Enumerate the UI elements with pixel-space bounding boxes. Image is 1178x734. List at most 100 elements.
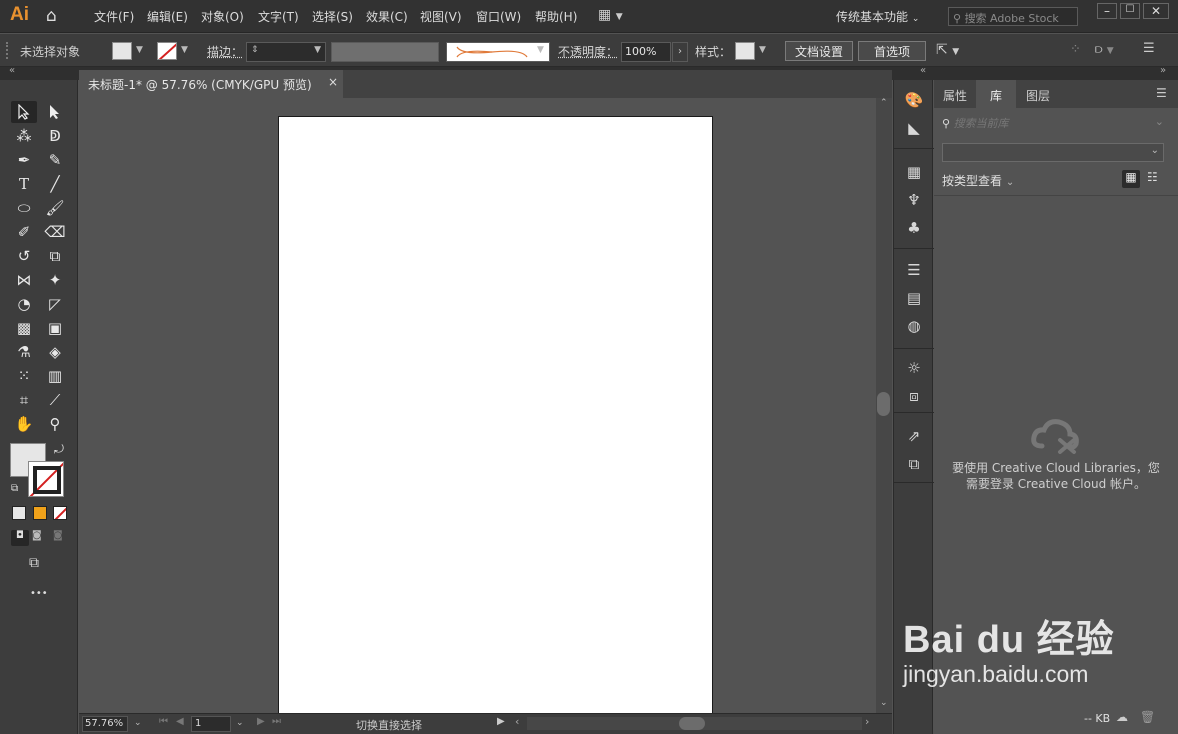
list-view-icon[interactable]: ☷ [1147,170,1158,184]
expand-right-icon[interactable]: » [1160,65,1166,76]
fill-dropdown-icon[interactable]: ▼ [136,45,143,55]
hscroll-thumb[interactable] [679,717,705,730]
color-guide-icon[interactable]: ◣ [894,114,934,142]
hscroll-left-icon[interactable]: ‹ [515,715,519,728]
screen-mode-icon[interactable]: ⧉ [29,555,39,571]
hand-tool-icon[interactable]: ✋ [11,413,37,435]
perspective-grid-tool-icon[interactable]: ◸ [42,293,68,315]
artboard[interactable] [278,116,713,716]
curvature-tool-icon[interactable]: ✎ [42,149,68,171]
artboards-panel-icon[interactable]: ⧉ [894,450,934,478]
menu-file[interactable]: 文件(F) [94,8,134,25]
gradient-panel-icon[interactable]: ▤ [894,284,934,312]
column-graph-tool-icon[interactable]: ▥ [42,365,68,387]
stroke-color-box[interactable] [28,461,64,497]
stroke-weight-stepper[interactable]: ⇕ ▼ [246,42,326,62]
maximize-button[interactable]: ☐ [1120,3,1140,19]
close-tab-icon[interactable]: × [328,75,338,89]
status-menu-icon[interactable]: ▶ [497,716,505,727]
close-button[interactable]: ✕ [1143,3,1169,19]
none-mode-icon[interactable] [53,506,67,520]
lasso-tool-icon[interactable]: ↁ [42,125,68,147]
style-dropdown-icon[interactable]: ▼ [759,45,766,55]
symbols-icon[interactable]: ♣ [894,214,934,242]
paintbrush-tool-icon[interactable]: 🖌 [42,197,68,219]
opacity-label[interactable]: 不透明度： [558,43,618,60]
collapse-left-icon[interactable]: « [9,65,15,76]
panel-menu-icon[interactable]: ☰ [1143,41,1155,56]
minimize-button[interactable]: – [1097,3,1117,19]
appearance-panel-icon[interactable]: ☼ [894,354,934,382]
opacity-input[interactable]: 100% [621,42,671,62]
mesh-tool-icon[interactable]: ▩ [11,317,37,339]
artboard-number-input[interactable]: 1 [191,716,231,732]
hscroll-right-icon[interactable]: › [865,715,869,728]
symbol-sprayer-tool-icon[interactable]: ⁙ [11,365,37,387]
next-artboard-icon[interactable]: ▶ [257,716,265,727]
scale-tool-icon[interactable]: ⧉ [42,245,68,267]
draw-behind-icon[interactable]: ◙ [32,530,42,541]
swatches-icon[interactable]: ▦ [894,158,934,186]
pen-tool-icon[interactable]: ✒ [11,149,37,171]
magic-wand-tool-icon[interactable]: ⁂ [11,125,37,147]
scroll-thumb[interactable] [877,392,890,416]
rotate-tool-icon[interactable]: ↺ [11,245,37,267]
quick-actions-icon[interactable]: ⇱ ▼ [936,42,959,58]
opacity-arrow-icon[interactable]: › [672,42,688,62]
first-artboard-icon[interactable]: ⏮ [159,716,168,727]
graphic-styles-icon[interactable]: ⧈ [894,382,934,410]
library-select[interactable]: ⌄ [942,143,1164,162]
artboard-dropdown-icon[interactable]: ⌄ [236,718,244,728]
library-dropdown-icon[interactable]: ⌄ [1151,145,1159,156]
vertical-scrollbar[interactable]: ⌃ ⌄ [876,98,892,713]
menu-edit[interactable]: 编辑(E) [147,8,188,25]
width-tool-icon[interactable]: ⋈ [11,269,37,291]
default-colors-icon[interactable]: ⧉ [11,483,18,494]
menu-object[interactable]: 对象(O) [201,8,244,25]
puppet-warp-tool-icon[interactable]: ✦ [42,269,68,291]
stroke-dropdown-icon[interactable]: ▼ [181,45,188,55]
slice-tool-icon[interactable]: ⟋ [42,389,68,411]
transform-icon[interactable]: ⫐ ▼ [1095,42,1114,57]
swap-colors-icon[interactable]: ⤾ [54,442,64,457]
menu-window[interactable]: 窗口(W) [476,8,521,25]
blend-tool-icon[interactable]: ◈ [42,341,68,363]
color-mode-icon[interactable] [12,506,26,520]
scroll-down-icon[interactable]: ⌄ [880,698,888,708]
graphic-style-swatch[interactable] [735,42,755,60]
stroke-panel-icon[interactable]: ☰ [894,256,934,284]
direct-selection-tool-icon[interactable] [42,101,68,123]
menu-view[interactable]: 视图(V) [420,8,462,25]
preferences-button[interactable]: 首选项 [858,41,926,61]
eyedropper-tool-icon[interactable]: ⚗ [11,341,37,363]
edit-toolbar-button[interactable]: ••• [30,588,48,599]
eraser-tool-icon[interactable]: ⌫ [42,221,68,243]
artboard-tool-icon[interactable]: ⌗ [11,389,37,411]
color-panel-icon[interactable]: 🎨 [894,86,934,114]
document-setup-button[interactable]: 文档设置 [785,41,853,61]
document-tab[interactable]: 未标题-1* @ 57.76% (CMYK/GPU 预览) × [79,70,343,98]
scroll-up-icon[interactable]: ⌃ [880,98,888,108]
menu-select[interactable]: 选择(S) [312,8,353,25]
menu-effect[interactable]: 效果(C) [366,8,408,25]
gradient-mode-icon[interactable] [33,506,47,520]
zoom-dropdown-icon[interactable]: ⌄ [134,718,142,728]
panel-menu-icon[interactable]: ☰ [1156,86,1167,100]
shaper-tool-icon[interactable]: ✐ [11,221,37,243]
tab-layers[interactable]: 图层 [1018,80,1058,108]
menu-help[interactable]: 帮助(H) [535,8,577,25]
search-dropdown-icon[interactable]: ⌄ [1155,115,1164,128]
ellipse-tool-icon[interactable]: ⬭ [11,197,37,219]
line-tool-icon[interactable]: ╱ [42,173,68,195]
prev-artboard-icon[interactable]: ◀ [176,716,184,727]
stroke-label[interactable]: 描边： [207,43,243,60]
draw-inside-icon[interactable]: ◙ [53,530,63,541]
align-icon[interactable]: ⁘ [1070,42,1081,57]
arrange-documents-icon[interactable]: ▦ ▼ [598,7,623,23]
export-asset-icon[interactable]: ⇗ [894,422,934,450]
gradient-tool-icon[interactable]: ▣ [42,317,68,339]
type-tool-icon[interactable]: T [11,173,37,195]
workspace-switcher[interactable]: 传统基本功能 ⌄ [836,8,919,25]
selection-tool-icon[interactable] [11,101,37,123]
menu-type[interactable]: 文字(T) [258,8,299,25]
